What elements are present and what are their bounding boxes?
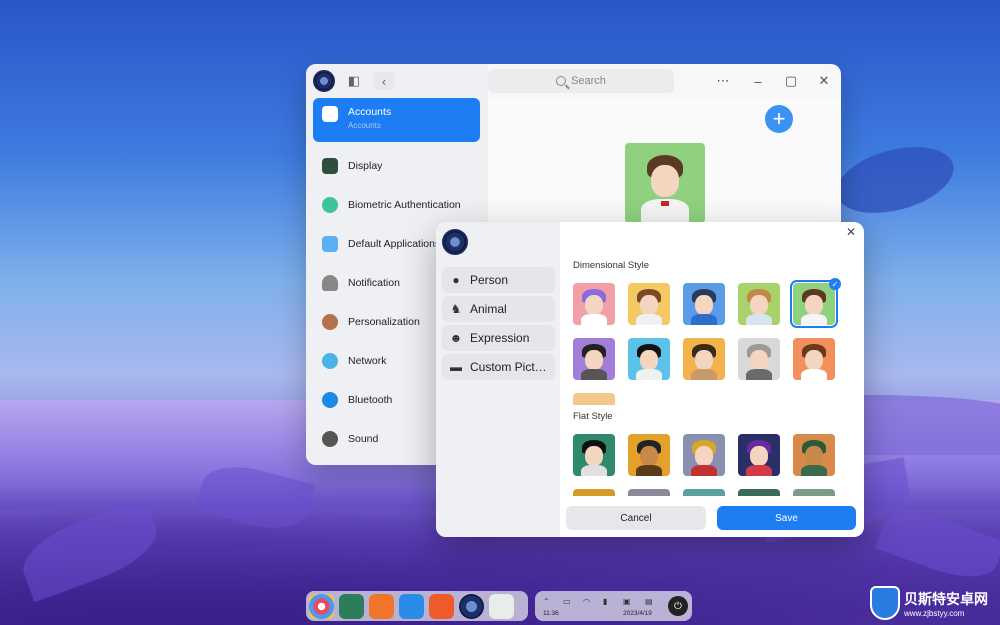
sidebar-item-label: Display — [348, 160, 383, 172]
flat-style-heading: Flat Style — [573, 411, 613, 422]
network-icon — [322, 353, 338, 369]
avatar-option[interactable] — [738, 489, 780, 496]
current-user-avatar[interactable] — [625, 143, 705, 223]
control-center-logo-icon — [442, 229, 468, 255]
category-expression[interactable]: ☻ Expression — [442, 325, 555, 351]
sidebar-item-biometric-authentication[interactable]: Biometric Authentication — [313, 188, 480, 222]
launcher-icon[interactable] — [309, 593, 334, 619]
tray-time: 11:36 — [543, 610, 559, 617]
search-placeholder: Search — [571, 75, 606, 87]
avatar-option[interactable] — [573, 489, 615, 496]
sidebar-item-label: Default Applications — [348, 238, 441, 250]
notification-icon[interactable]: ▤ — [645, 597, 653, 606]
multitasking-icon[interactable] — [339, 593, 364, 619]
sidebar-item-label: Personalization — [348, 316, 420, 328]
back-button[interactable]: ‹ — [374, 72, 394, 90]
file-manager-icon[interactable] — [369, 593, 394, 619]
category-animal[interactable]: ♞ Animal — [442, 296, 555, 322]
personalization-icon — [322, 314, 338, 330]
maximize-button[interactable]: ▢ — [782, 72, 800, 90]
avatar-option[interactable] — [573, 338, 615, 380]
control-center-dock-icon[interactable] — [459, 593, 484, 619]
sidebar-item-label: Notification — [348, 277, 400, 289]
sound-icon — [322, 431, 338, 447]
category-label: Expression — [470, 331, 530, 345]
avatar-option[interactable] — [628, 434, 670, 476]
keyboard-icon[interactable]: ▭ — [563, 597, 571, 606]
sidebar-item-display[interactable]: Display — [313, 149, 480, 183]
search-icon — [556, 76, 567, 86]
sidebar-toggle-icon[interactable]: ◧ — [344, 72, 364, 90]
sidebar-item-label: Network — [348, 355, 387, 367]
avatar-option[interactable] — [738, 338, 780, 380]
sidebar-item-label: Accounts — [348, 106, 392, 118]
category-label: Person — [470, 273, 509, 287]
search-input[interactable]: Search — [488, 69, 674, 93]
avatar-option[interactable] — [628, 489, 670, 496]
avatar-option[interactable] — [738, 283, 780, 325]
category-custom-picture[interactable]: ▬ Custom Pict… — [442, 354, 555, 380]
avatar-option[interactable] — [628, 338, 670, 380]
avatar-option[interactable] — [683, 489, 725, 496]
battery-icon[interactable]: ▮ — [603, 597, 607, 606]
display-icon — [322, 158, 338, 174]
dock — [306, 591, 528, 621]
avatar-option[interactable] — [573, 434, 615, 476]
default-apps-icon — [322, 236, 338, 252]
titlebar: ◧ ‹ Search ⋯ – ▢ ✕ — [306, 64, 841, 98]
avatar-option[interactable] — [683, 434, 725, 476]
category-person[interactable]: ● Person — [442, 267, 555, 293]
watermark-logo-icon — [870, 586, 900, 620]
wifi-icon[interactable]: ◠ — [583, 597, 590, 606]
save-button[interactable]: Save — [717, 506, 856, 530]
avatar-option[interactable] — [683, 283, 725, 325]
avatar-option[interactable] — [683, 338, 725, 380]
sidebar-item-label: Sound — [348, 433, 379, 445]
avatar-option[interactable] — [793, 489, 835, 496]
app-store-icon[interactable] — [399, 593, 424, 619]
control-center-logo-icon — [313, 70, 335, 92]
cancel-button[interactable]: Cancel — [566, 506, 706, 530]
watermark-title: 贝斯特安卓网 — [904, 591, 988, 608]
category-label: Animal — [470, 302, 507, 316]
notification-bell-icon — [322, 275, 338, 291]
browser-icon[interactable] — [429, 593, 454, 619]
more-options-icon[interactable]: ⋯ — [714, 72, 732, 90]
animal-icon: ♞ — [450, 302, 462, 316]
avatar-option-selected[interactable] — [790, 280, 838, 328]
sidebar-item-label: Biometric Authentication — [348, 199, 461, 211]
avatar-option[interactable] — [793, 434, 835, 476]
avatar-option[interactable] — [573, 283, 615, 325]
avatar-picker-dialog: ✕ ● Person ♞ Animal ☻ Expression ▬ Custo… — [436, 222, 864, 537]
folder-icon: ▬ — [450, 360, 462, 374]
avatar-option[interactable] — [573, 393, 615, 405]
avatar-option[interactable] — [628, 283, 670, 325]
biometric-icon — [322, 197, 338, 213]
avatar-option[interactable] — [738, 434, 780, 476]
close-button[interactable]: ✕ — [815, 72, 833, 90]
sidebar-item-sublabel: Accounts — [348, 121, 381, 130]
bluetooth-icon — [322, 392, 338, 408]
sidebar-item-accounts[interactable]: Accounts Accounts — [313, 98, 480, 142]
sidebar-item-label: Bluetooth — [348, 394, 393, 406]
avatar-option[interactable] — [793, 338, 835, 380]
tray-date: 2023/4/19 — [623, 610, 652, 617]
tray-expand-icon[interactable]: ⌃ — [543, 597, 550, 606]
dimensional-style-heading: Dimensional Style — [573, 260, 650, 271]
dialog-close-icon[interactable]: ✕ — [846, 225, 856, 239]
add-account-button[interactable]: + — [765, 105, 793, 133]
site-watermark: 贝斯特安卓网 www.zjbstyy.com — [870, 583, 998, 623]
category-label: Custom Pict… — [470, 360, 547, 374]
screenshot-icon[interactable]: ▣ — [623, 597, 631, 606]
power-icon[interactable]: ⏻ — [668, 596, 688, 616]
watermark-url: www.zjbstyy.com — [904, 608, 965, 618]
person-icon: ● — [452, 273, 460, 287]
selected-check-icon: ✓ — [829, 278, 841, 290]
expression-icon: ☻ — [449, 331, 463, 345]
trash-icon[interactable] — [489, 593, 514, 619]
minimize-button[interactable]: – — [749, 72, 767, 90]
accounts-icon — [322, 106, 338, 122]
